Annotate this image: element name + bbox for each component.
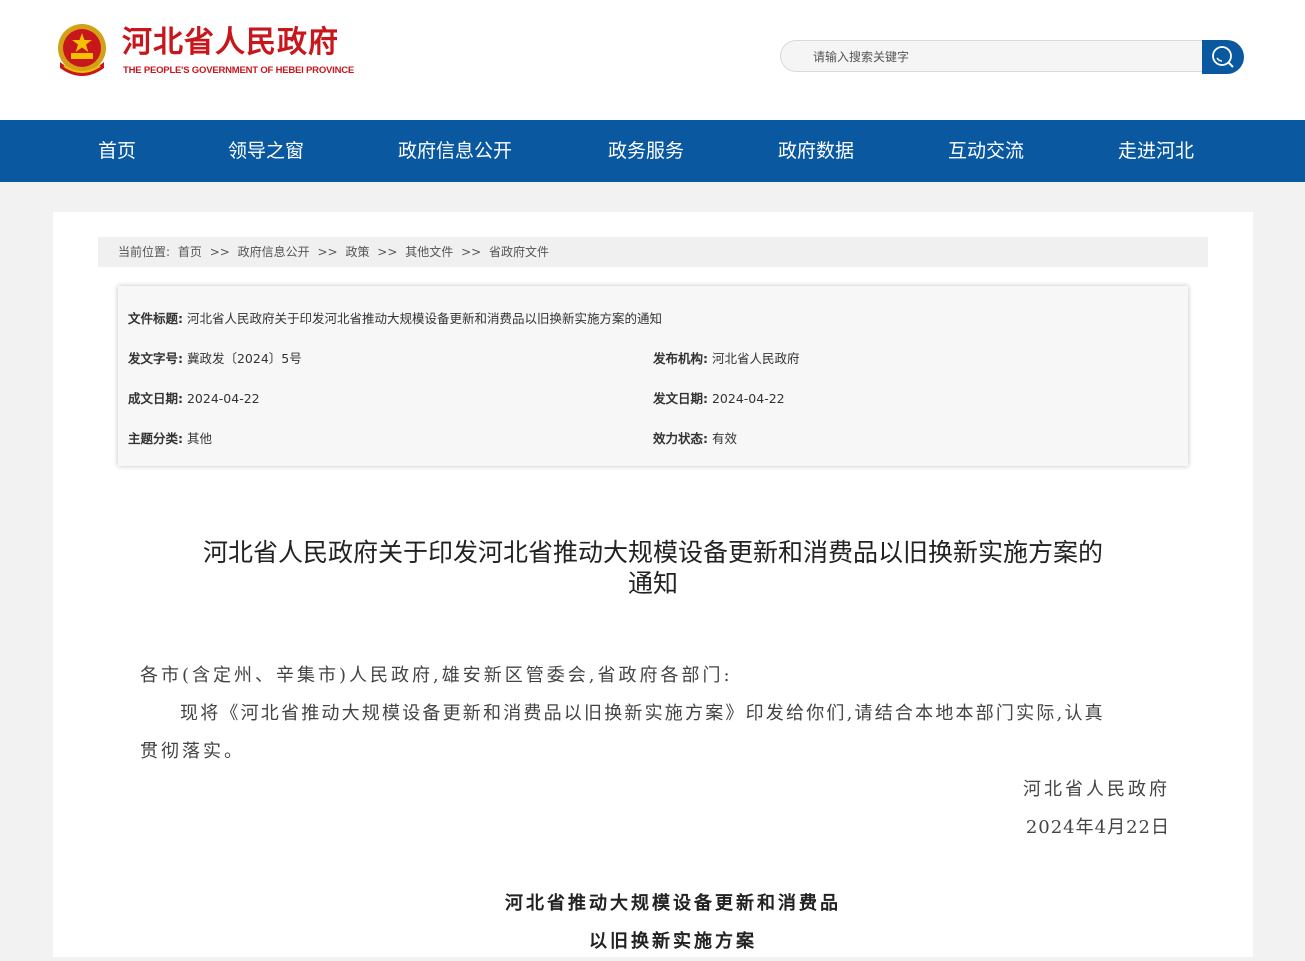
breadcrumb-info-disclosure[interactable]: 政府信息公开 [238,245,310,259]
content-panel: 当前位置: 首页 >> 政府信息公开 >> 政策 >> 其他文件 >> 省政府文… [53,212,1253,957]
plan-title-line1: 河北省推动大规模设备更新和消费品 [505,893,841,914]
breadcrumb-policy[interactable]: 政策 [345,245,369,259]
article-title-line1: 河北省人民政府关于印发河北省推动大规模设备更新和消费品以旧换新实施方案的 [202,538,1103,567]
article-title: 河北省人民政府关于印发河北省推动大规模设备更新和消费品以旧换新实施方案的 通知 [138,537,1168,599]
info-issuer-value: 河北省人民政府 [711,351,800,366]
breadcrumb: 当前位置: 首页 >> 政府信息公开 >> 政策 >> 其他文件 >> 省政府文… [98,237,1208,267]
info-title-row: 文件标题: 河北省人民政府关于印发河北省推动大规模设备更新和消费品以旧换新实施方… [128,308,662,327]
article-date: 2024年4月22日 [1025,817,1170,838]
breadcrumb-separator: >> [317,245,338,259]
search-button[interactable] [1202,40,1244,74]
info-written-date-label: 成文日期: [128,391,183,406]
info-title-label: 文件标题: [128,311,183,326]
info-publish-date-row: 发文日期: 2024-04-22 [653,388,785,407]
info-issuer-label: 发布机构: [653,351,708,366]
site-subtitle: THE PEOPLE'S GOVERNMENT OF HEBEI PROVINC… [123,65,355,76]
nav-leadership[interactable]: 领导之窗 [228,120,304,182]
site-title[interactable]: 河北省人民政府 [122,26,339,60]
nav-info-disclosure[interactable]: 政府信息公开 [398,120,512,182]
info-status-row: 效力状态: 有效 [653,428,737,447]
nav-services[interactable]: 政务服务 [608,120,684,182]
plan-title-line2: 以旧换新实施方案 [589,931,757,952]
site-header: 河北省人民政府 THE PEOPLE'S GOVERNMENT OF HEBEI… [0,0,1305,120]
info-publish-date-value: 2024-04-22 [711,391,785,406]
main-nav: 首页 领导之窗 政府信息公开 政务服务 政府数据 互动交流 走进河北 [0,120,1305,182]
nav-about-hebei[interactable]: 走进河北 [1118,120,1194,182]
search-icon [1212,46,1234,68]
breadcrumb-provincial-files[interactable]: 省政府文件 [489,245,549,259]
info-status-label: 效力状态: [653,431,708,446]
breadcrumb-home[interactable]: 首页 [178,245,202,259]
search-box [780,40,1202,73]
breadcrumb-separator: >> [209,245,230,259]
info-category-row: 主题分类: 其他 [128,428,212,447]
article-title-line2: 通知 [627,569,678,598]
info-category-label: 主题分类: [128,431,183,446]
nav-home[interactable]: 首页 [98,120,136,182]
document-info-box: 文件标题: 河北省人民政府关于印发河北省推动大规模设备更新和消费品以旧换新实施方… [118,286,1188,466]
search-input[interactable] [811,41,1195,73]
info-docno-row: 发文字号: 冀政发〔2024〕5号 [128,348,302,367]
info-publish-date-label: 发文日期: [653,391,708,406]
article-signature: 河北省人民政府 [1023,779,1170,800]
info-status-value: 有效 [711,431,737,446]
breadcrumb-label: 当前位置: [118,245,171,259]
article-salutation: 各市(含定州、辛集市)人民政府,雄安新区管委会,省政府各部门: [140,665,733,686]
national-emblem-icon[interactable] [54,22,110,78]
nav-interaction[interactable]: 互动交流 [948,120,1024,182]
article-paragraph-line1: 现将《河北省推动大规模设备更新和消费品以旧换新实施方案》印发给你们,请结合本地本… [180,703,1105,724]
breadcrumb-separator: >> [377,245,398,259]
breadcrumb-separator: >> [461,245,482,259]
info-docno-value: 冀政发〔2024〕5号 [186,351,302,366]
info-category-value: 其他 [186,431,212,446]
info-issuer-row: 发布机构: 河北省人民政府 [653,348,800,367]
info-written-date-value: 2024-04-22 [186,391,260,406]
breadcrumb-other-files[interactable]: 其他文件 [405,245,453,259]
info-title-value: 河北省人民政府关于印发河北省推动大规模设备更新和消费品以旧换新实施方案的通知 [186,311,662,326]
nav-data[interactable]: 政府数据 [778,120,854,182]
info-written-date-row: 成文日期: 2024-04-22 [128,388,260,407]
article-paragraph-line2: 贯彻落实。 [140,741,245,762]
info-docno-label: 发文字号: [128,351,183,366]
